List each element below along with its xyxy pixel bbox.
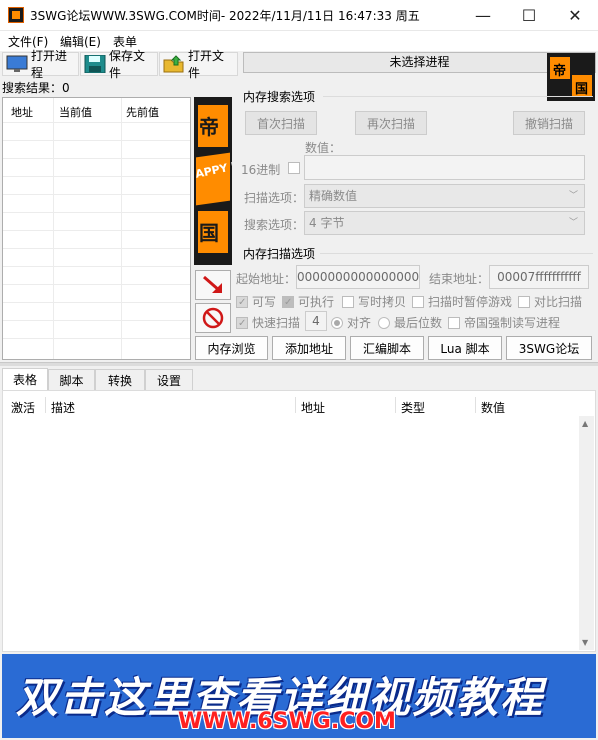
open-file-button[interactable]: 打开文件 xyxy=(159,49,238,80)
end-address-input[interactable]: 00007fffffffffff xyxy=(489,265,589,289)
value-type-label: 搜索选项： xyxy=(244,218,305,232)
chevron-down-icon: ﹀ xyxy=(568,218,578,228)
banner-url: WWW.6SWG.COM xyxy=(178,709,396,734)
monitor-icon xyxy=(6,55,28,73)
align-option[interactable]: 对齐 xyxy=(331,314,371,331)
save-file-button[interactable]: 保存文件 xyxy=(80,49,158,80)
undo-scan-button[interactable]: 撤销扫描 xyxy=(513,111,585,135)
process-status-bar[interactable]: 未选择进程 xyxy=(243,52,596,73)
close-button[interactable]: ✕ xyxy=(552,0,598,31)
start-address-input[interactable]: 0000000000000000 xyxy=(296,265,420,289)
empire-logo: 帝 国 xyxy=(547,53,595,101)
col-address[interactable]: 地址 xyxy=(11,104,33,120)
vertical-scrollbar[interactable]: ▲ ▼ xyxy=(579,416,594,650)
title-bar: 3SWG论坛WWW.3SWG.COM时间- 2022年/11月/11日 16:4… xyxy=(0,0,598,31)
memscan-group-title: 内存扫描选项 xyxy=(243,247,316,261)
last-digits-option[interactable]: 最后位数 xyxy=(378,314,442,331)
maximize-button[interactable]: ☐ xyxy=(506,0,552,31)
align-radio[interactable] xyxy=(331,316,343,329)
floppy-disk-icon xyxy=(84,54,106,74)
open-file-label: 打开文件 xyxy=(188,49,225,80)
folder-open-icon xyxy=(163,55,185,73)
pause-game-option[interactable]: 扫描时暂停游戏 xyxy=(412,293,512,310)
tab-convert[interactable]: 转换 xyxy=(95,369,145,390)
writable-option[interactable]: 可写 xyxy=(236,293,276,310)
executable-option[interactable]: 可执行 xyxy=(282,293,334,310)
compare-checkbox[interactable] xyxy=(518,295,530,308)
start-address-label: 起始地址： xyxy=(236,272,297,286)
stop-button[interactable] xyxy=(195,303,231,333)
executable-checkbox[interactable] xyxy=(282,295,294,308)
banner-char-1: 帝 xyxy=(199,115,219,139)
menu-bar: 文件(F) 编辑(E) 表单 xyxy=(0,31,598,51)
next-scan-button[interactable]: 再次扫描 xyxy=(355,111,427,135)
forum-button[interactable]: 3SWG论坛 xyxy=(506,336,592,360)
scan-group-title: 内存搜索选项 xyxy=(243,90,316,104)
value-label: 数值： xyxy=(305,141,342,155)
chevron-down-icon: ﹀ xyxy=(568,191,578,201)
fast-scan-checkbox[interactable] xyxy=(236,316,248,329)
force-rw-checkbox[interactable] xyxy=(448,316,460,329)
last-digits-radio[interactable] xyxy=(378,316,390,329)
red-arrow-icon xyxy=(203,275,222,293)
assembly-script-button[interactable]: 汇编脚本 xyxy=(350,336,424,360)
col-type[interactable]: 类型 xyxy=(401,399,425,416)
col-previous-value[interactable]: 先前值 xyxy=(126,104,159,120)
arrow-down-right-button[interactable] xyxy=(195,270,231,300)
hex-label: 16进制 xyxy=(241,163,281,177)
no-entry-icon xyxy=(202,307,224,329)
compare-option[interactable]: 对比扫描 xyxy=(518,293,582,310)
scroll-down-icon[interactable]: ▼ xyxy=(582,638,588,647)
col-value[interactable]: 数值 xyxy=(481,399,505,416)
tab-settings[interactable]: 设置 xyxy=(145,369,193,390)
minimize-button[interactable]: — xyxy=(460,0,506,31)
banner-char-2: 国 xyxy=(199,221,219,245)
result-list[interactable]: 地址 当前值 先前值 xyxy=(2,97,191,360)
fast-scan-input[interactable]: 4 xyxy=(305,311,327,331)
col-address[interactable]: 地址 xyxy=(301,399,325,416)
logo-char-1: 帝 xyxy=(553,64,567,79)
add-address-button[interactable]: 添加地址 xyxy=(272,336,346,360)
scroll-up-icon[interactable]: ▲ xyxy=(582,419,588,428)
copy-on-write-option[interactable]: 写时拷贝 xyxy=(342,293,406,310)
tab-table[interactable]: 表格 xyxy=(2,368,48,390)
col-current-value[interactable]: 当前值 xyxy=(59,104,92,120)
value-input[interactable] xyxy=(304,155,585,180)
copy-on-write-checkbox[interactable] xyxy=(342,295,354,308)
first-scan-button[interactable]: 首次扫描 xyxy=(245,111,317,135)
open-process-label: 打开进程 xyxy=(31,49,68,80)
fast-scan-option[interactable]: 快速扫描 xyxy=(236,314,300,331)
writable-checkbox[interactable] xyxy=(236,295,248,308)
memory-view-button[interactable]: 内存浏览 xyxy=(195,336,268,360)
end-address-label: 结束地址： xyxy=(429,272,490,286)
pause-game-checkbox[interactable] xyxy=(412,295,424,308)
tab-script[interactable]: 脚本 xyxy=(48,369,95,390)
window-title: 3SWG论坛WWW.3SWG.COM时间- 2022年/11月/11日 16:4… xyxy=(30,9,420,23)
empire-banner: 帝 APPY LI 国 xyxy=(194,97,232,265)
col-description[interactable]: 描述 xyxy=(51,399,75,416)
app-icon xyxy=(8,7,24,23)
video-tutorial-banner[interactable]: 双击这里查看详细视频教程 WWW.6SWG.COM xyxy=(2,654,596,738)
scan-type-label: 扫描选项： xyxy=(244,191,305,205)
value-type-select[interactable]: 4 字节 ﹀ xyxy=(304,211,585,235)
panel-splitter[interactable] xyxy=(0,362,598,366)
open-process-button[interactable]: 打开进程 xyxy=(2,49,79,80)
scan-type-select[interactable]: 精确数值 ﹀ xyxy=(304,184,585,208)
save-file-label: 保存文件 xyxy=(109,49,146,80)
force-rw-option[interactable]: 帝国强制读写进程 xyxy=(448,314,560,331)
cheat-table[interactable]: 激活 描述 地址 类型 数值 ▲ ▼ xyxy=(2,390,596,652)
col-active[interactable]: 激活 xyxy=(11,399,35,416)
logo-char-2: 国 xyxy=(575,82,589,97)
hex-checkbox[interactable] xyxy=(288,162,300,174)
search-result-count: 搜索结果：0 xyxy=(2,81,70,95)
lua-script-button[interactable]: Lua 脚本 xyxy=(428,336,502,360)
